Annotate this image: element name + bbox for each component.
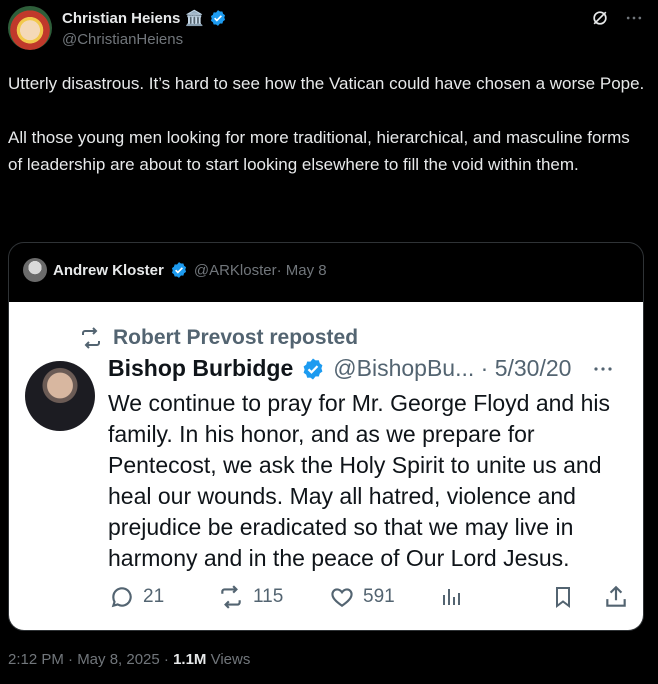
- share-stat: [603, 584, 629, 610]
- bishop-handle-date: @BishopBu... · 5/30/20: [333, 355, 572, 381]
- views-chart-icon: [443, 589, 460, 605]
- reply-count-label: 21: [143, 586, 165, 607]
- quoted-author-handle: @ARKloster: [193, 261, 277, 279]
- views-label: Views: [206, 651, 251, 668]
- reply-icon: [111, 587, 132, 608]
- verified-badge-icon: [211, 10, 226, 26]
- reply-count: 21: [109, 584, 217, 610]
- like-count: 591: [329, 584, 439, 610]
- bookmark-icon: [556, 587, 570, 608]
- post-timestamp[interactable]: 2:12 PM · May 8, 2025 ·: [8, 651, 173, 668]
- views-stat: [439, 584, 551, 610]
- share-icon: [606, 585, 626, 607]
- more-options-icon[interactable]: [624, 8, 644, 28]
- author-name-row[interactable]: Christian Heiens 🏛️: [62, 9, 227, 27]
- verified-badge-icon: [303, 358, 323, 379]
- repost-label: Robert Prevost reposted: [113, 326, 359, 349]
- verified-badge-icon: [171, 262, 186, 278]
- bishop-avatar: [25, 361, 95, 431]
- quoted-image[interactable]: Robert Prevost reposted Bishop Burbidge …: [9, 302, 643, 630]
- quoted-post-date: · May 8: [276, 261, 327, 279]
- quoted-author-name: Andrew Kloster: [53, 261, 164, 279]
- top-actions: [590, 8, 644, 28]
- post-meta: 2:12 PM · May 8, 2025 · 1.1M Views: [8, 651, 250, 668]
- post-text-paragraph-2: All those young men looking for more tra…: [8, 128, 630, 174]
- quoted-author-avatar: [23, 258, 47, 282]
- bookmark-stat: [551, 584, 603, 610]
- repost-icon: [82, 327, 100, 349]
- repost-icon: [221, 585, 241, 609]
- repost-indicator: Robert Prevost reposted: [79, 326, 358, 350]
- quoted-post-header: Andrew Kloster @ARKloster · May 8: [23, 258, 327, 282]
- author-emoji: 🏛️: [185, 10, 205, 27]
- views-count: 1.1M: [173, 651, 207, 668]
- grok-icon[interactable]: [590, 8, 610, 28]
- heart-icon: [331, 588, 353, 607]
- author-name[interactable]: Christian Heiens: [62, 10, 180, 27]
- post-text-paragraph-1: Utterly disastrous. It’s hard to see how…: [8, 74, 645, 93]
- like-count-label: 591: [363, 586, 395, 607]
- screenshot-action-bar: 21 115 591: [109, 584, 629, 610]
- repost-count: 115: [217, 584, 329, 610]
- bishop-name: Bishop Burbidge: [108, 355, 294, 381]
- author-avatar[interactable]: [8, 6, 52, 50]
- more-options-icon: [594, 366, 613, 371]
- quoted-post[interactable]: Andrew Kloster @ARKloster · May 8 Robert…: [8, 242, 644, 631]
- bishop-post-text: We continue to pray for Mr. George Floyd…: [108, 390, 610, 571]
- repost-count-label: 115: [253, 586, 284, 607]
- bishop-header: Bishop Burbidge @BishopBu... · 5/30/20: [108, 355, 615, 382]
- author-handle[interactable]: @ChristianHeiens: [62, 31, 183, 48]
- post-text: Utterly disastrous. It’s hard to see how…: [8, 70, 648, 178]
